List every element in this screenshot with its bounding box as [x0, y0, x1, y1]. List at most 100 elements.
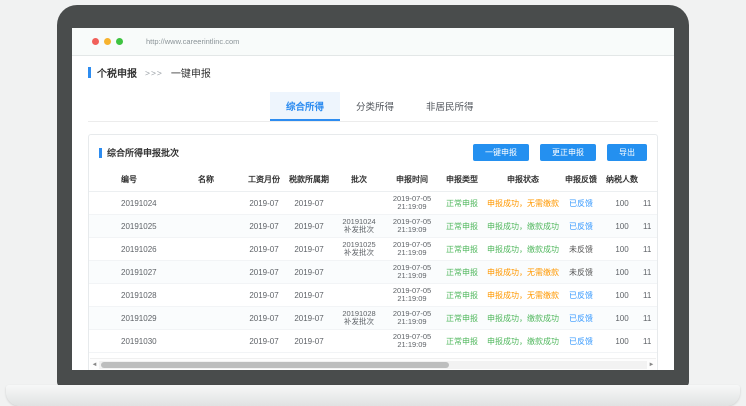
header-feedback: 申报反馈	[561, 174, 601, 185]
cell-taxpayer_count: 100	[601, 245, 643, 254]
feedback-badge: 已反馈	[569, 222, 593, 231]
browser-minimize-icon[interactable]	[104, 38, 111, 45]
cell-declare_time: 2019-07-0521:19:09	[385, 333, 439, 350]
tab-bar: 综合所得分类所得非居民所得	[88, 92, 658, 122]
cell-declare_type: 正常申报	[439, 290, 485, 301]
declare-status-value: 申报成功，无需缴款	[487, 268, 559, 277]
feedback-badge: 已反馈	[569, 337, 593, 346]
scrollbar-thumb[interactable]	[101, 362, 449, 368]
cell-declare_time: 2019-07-0521:19:09	[385, 287, 439, 304]
cell-declare_type: 正常申报	[439, 221, 485, 232]
cell-feedback: 已反馈	[561, 221, 601, 232]
header-batch: 批次	[333, 174, 385, 185]
correct-declare-button[interactable]: 更正申报	[540, 144, 596, 161]
panel-title-wrap: 综合所得申报批次	[99, 146, 179, 159]
cell-salary_month: 2019-07	[243, 245, 285, 254]
tab-zonghe[interactable]: 综合所得	[270, 92, 340, 121]
declare-status-value: 申报成功，缴款成功	[487, 222, 559, 231]
declare-time-value: 2019-07-0521:19:09	[385, 218, 439, 235]
cell-feedback: 未反馈	[561, 244, 601, 255]
batch-table: 编号名称工资月份税款所属期批次申报时间申报类型申报状态申报反馈纳税人数 2019…	[89, 168, 658, 353]
cell-tax_period: 2019-07	[285, 245, 333, 254]
browser-close-icon[interactable]	[92, 38, 99, 45]
declare-batch-panel: 综合所得申报批次 一键申报更正申报导出 编号名称工资月份税款所属期批次申报时间申…	[88, 134, 658, 370]
table-row: 201910262019-072019-0720191025补发批次2019-0…	[89, 238, 658, 261]
declare-clock: 21:19:09	[385, 249, 439, 258]
header-name: 名称	[169, 174, 243, 185]
declare-type-value: 正常申报	[446, 337, 478, 346]
cell-declare_status: 申报成功，无需缴款	[485, 290, 561, 301]
table-body: 201910242019-072019-072019-07-0521:19:09…	[89, 192, 658, 353]
declare-time-value: 2019-07-0521:19:09	[385, 287, 439, 304]
table-row: 201910252019-072019-0720191024补发批次2019-0…	[89, 215, 658, 238]
batch-value: 20191025补发批次	[333, 241, 385, 258]
declare-clock: 21:19:09	[385, 272, 439, 281]
declare-type-value: 正常申报	[446, 222, 478, 231]
cell-salary_month: 2019-07	[243, 268, 285, 277]
batch-label: 补发批次	[333, 226, 385, 235]
cell-salary_month: 2019-07	[243, 314, 285, 323]
declare-type-value: 正常申报	[446, 291, 478, 300]
batch-value: 20191028补发批次	[333, 310, 385, 327]
declare-type-value: 正常申报	[446, 245, 478, 254]
table-row: 201910242019-072019-072019-07-0521:19:09…	[89, 192, 658, 215]
browser-maximize-icon[interactable]	[116, 38, 123, 45]
cell-id: 20191024	[121, 199, 169, 208]
cell-id: 20191029	[121, 314, 169, 323]
feedback-badge: 未反馈	[569, 268, 593, 277]
cell-declare_status: 申报成功，缴款成功	[485, 244, 561, 255]
cell-declare_status: 申报成功，无需缴款	[485, 198, 561, 209]
table-header-row: 编号名称工资月份税款所属期批次申报时间申报类型申报状态申报反馈纳税人数	[89, 168, 658, 192]
declare-status-value: 申报成功，缴款成功	[487, 314, 559, 323]
panel-accent-bar	[99, 148, 102, 158]
batch-label: 补发批次	[333, 318, 385, 327]
declare-time-value: 2019-07-0521:19:09	[385, 195, 439, 212]
declare-time-value: 2019-07-0521:19:09	[385, 241, 439, 258]
tab-feijumin[interactable]: 非居民所得	[410, 92, 490, 121]
declare-status-value: 申报成功，无需缴款	[487, 199, 559, 208]
tab-fenlei[interactable]: 分类所得	[340, 92, 410, 121]
table-row: 201910272019-072019-072019-07-0521:19:09…	[89, 261, 658, 284]
cell-taxpayer_count: 100	[601, 222, 643, 231]
horizontal-scrollbar[interactable]: ◄ ►	[90, 358, 656, 370]
declare-status-value: 申报成功，缴款成功	[487, 337, 559, 346]
table-row: 201910282019-072019-072019-07-0521:19:09…	[89, 284, 658, 307]
scroll-left-icon[interactable]: ◄	[90, 362, 99, 368]
export-button[interactable]: 导出	[607, 144, 647, 161]
address-bar[interactable]: http://www.careerintlinc.com	[146, 37, 239, 46]
header-id: 编号	[121, 174, 169, 185]
header-taxpayer_count: 纳税人数	[601, 174, 643, 185]
cell-feedback: 已反馈	[561, 290, 601, 301]
cell-taxpayer_count: 100	[601, 337, 643, 346]
cell-declare_time: 2019-07-0521:19:09	[385, 264, 439, 281]
cell-salary_month: 2019-07	[243, 337, 285, 346]
cell-batch: 20191028补发批次	[333, 310, 385, 327]
cell-declare_time: 2019-07-0521:19:09	[385, 241, 439, 258]
declare-clock: 21:19:09	[385, 341, 439, 350]
declare-type-value: 正常申报	[446, 268, 478, 277]
cell-declare_type: 正常申报	[439, 313, 485, 324]
cell-tax_period: 2019-07	[285, 199, 333, 208]
cell-tax_period: 2019-07	[285, 268, 333, 277]
cell-id: 20191026	[121, 245, 169, 254]
cell-declare_type: 正常申报	[439, 267, 485, 278]
header-salary_month: 工资月份	[243, 174, 285, 185]
cell-declare_time: 2019-07-0521:19:09	[385, 218, 439, 235]
page-title: 个税申报	[97, 65, 137, 80]
declare-type-value: 正常申报	[446, 314, 478, 323]
panel-header: 综合所得申报批次 一键申报更正申报导出	[89, 135, 657, 168]
cell-feedback: 已反馈	[561, 336, 601, 347]
one-click-declare-button[interactable]: 一键申报	[473, 144, 529, 161]
cell-extra: 11	[643, 291, 658, 300]
cell-declare_status: 申报成功，缴款成功	[485, 221, 561, 232]
header-declare_status: 申报状态	[485, 174, 561, 185]
declare-type-value: 正常申报	[446, 199, 478, 208]
cell-declare_status: 申报成功，无需缴款	[485, 267, 561, 278]
cell-declare_time: 2019-07-0521:19:09	[385, 195, 439, 212]
scroll-right-icon[interactable]: ►	[647, 362, 656, 368]
scrollbar-track[interactable]	[99, 361, 647, 369]
cell-batch: 20191025补发批次	[333, 241, 385, 258]
cell-feedback: 已反馈	[561, 313, 601, 324]
declare-status-value: 申报成功，缴款成功	[487, 245, 559, 254]
feedback-badge: 未反馈	[569, 245, 593, 254]
